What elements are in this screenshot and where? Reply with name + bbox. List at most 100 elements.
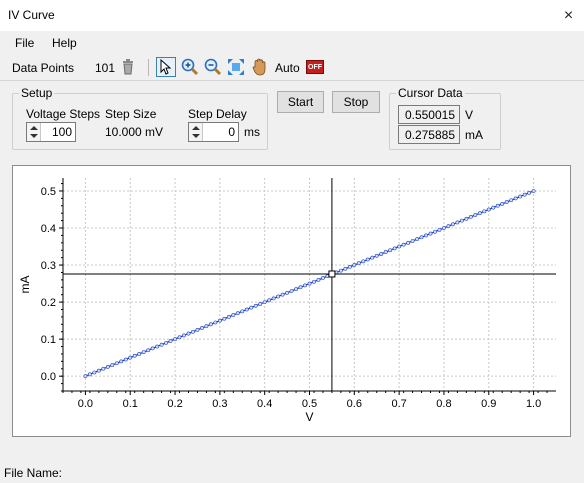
data-point [191, 329, 195, 334]
data-point [356, 261, 361, 266]
data-point [213, 320, 218, 325]
step-delay-unit: ms [244, 125, 260, 139]
y-tick-label: 0.1 [41, 334, 56, 346]
x-tick-label: 1.0 [526, 398, 541, 410]
data-point [303, 283, 307, 288]
data-point [222, 316, 227, 321]
data-point [276, 294, 281, 299]
data-point [173, 337, 177, 342]
data-point [361, 259, 366, 264]
data-point [338, 268, 343, 273]
data-point [146, 348, 151, 353]
data-point [159, 342, 164, 347]
data-point [307, 281, 312, 286]
x-tick-label: 0.9 [481, 398, 496, 410]
data-point [419, 235, 424, 240]
data-point [522, 192, 527, 197]
trash-icon[interactable] [118, 57, 138, 77]
setup-legend: Setup [19, 86, 55, 100]
data-point [101, 366, 106, 371]
data-point [383, 250, 388, 254]
data-point [428, 231, 433, 236]
data-point [464, 216, 469, 221]
data-point [406, 240, 411, 245]
stop-button[interactable]: Stop [332, 91, 380, 113]
menu-file[interactable]: File [15, 36, 34, 50]
data-point [231, 313, 236, 317]
step-delay-label: Step Delay [188, 107, 247, 121]
data-point [410, 239, 415, 243]
data-point [186, 331, 191, 336]
data-point [83, 374, 88, 379]
title-bar: IV Curve × [0, 0, 584, 31]
menu-help[interactable]: Help [52, 36, 77, 50]
cursor-marker[interactable] [328, 270, 336, 278]
data-point [433, 229, 437, 234]
data-point [446, 224, 451, 229]
close-icon[interactable]: × [553, 0, 584, 31]
data-point [477, 211, 482, 216]
data-point [415, 237, 419, 242]
data-point [110, 363, 115, 367]
data-point [195, 327, 200, 332]
menu-bar: File Help [0, 33, 584, 53]
auto-toggle[interactable]: OFF [306, 60, 324, 74]
step-delay-stepper[interactable]: 0 [188, 122, 239, 142]
data-point [527, 190, 532, 195]
chart-panel[interactable]: 0.0 0.1 0.2 0.3 0.4 0.5 0.6 0.7 0.8 0.9 1.0 0.0 0.1 0… [12, 165, 571, 437]
data-point [486, 207, 491, 212]
data-point [500, 202, 505, 206]
toolbar-divider [0, 80, 584, 81]
data-point [204, 324, 209, 329]
zoom-in-icon[interactable] [180, 57, 200, 77]
data-point [87, 372, 92, 377]
data-point [491, 205, 496, 210]
data-point [105, 365, 110, 369]
data-point [451, 222, 455, 227]
data-point [240, 309, 245, 314]
data-point [128, 355, 133, 360]
data-point [473, 213, 478, 217]
data-point [141, 350, 146, 355]
data-point [96, 368, 101, 373]
auto-label: Auto [275, 61, 300, 75]
data-point [267, 298, 272, 303]
iv-curve-chart[interactable]: 0.0 0.1 0.2 0.3 0.4 0.5 0.6 0.7 0.8 0.9 1.0 0.0 0.1 0… [13, 166, 570, 436]
status-bar: File Name: [0, 462, 584, 483]
start-button[interactable]: Start [277, 91, 324, 113]
data-point [298, 285, 303, 290]
stepper-arrows[interactable] [189, 123, 203, 141]
cursor-voltage-unit: V [465, 108, 474, 122]
y-tick-label: 0.5 [41, 186, 56, 198]
voltage-steps-stepper[interactable]: 100 [26, 122, 76, 142]
x-tick-label: 0.1 [123, 398, 138, 410]
fit-icon[interactable] [226, 57, 246, 77]
setup-group: Setup Voltage Steps 100 Step Size 10.000… [12, 86, 268, 150]
toolbar-separator [148, 59, 149, 76]
data-point [249, 305, 254, 310]
data-point [504, 200, 509, 204]
data-point [379, 252, 384, 256]
data-point [285, 290, 289, 295]
cursor-data-group: Cursor Data 0.550015 V 0.275885 mA [389, 86, 501, 150]
pointer-icon[interactable] [156, 57, 176, 77]
data-point [271, 296, 276, 301]
x-tick-label: 0.0 [78, 398, 93, 410]
data-point [343, 266, 348, 271]
data-point [442, 226, 446, 230]
zoom-out-icon[interactable] [203, 57, 223, 77]
stepper-arrows[interactable] [27, 123, 41, 141]
y-tick-label: 0.4 [41, 223, 56, 235]
data-point [388, 248, 393, 253]
pan-hand-icon[interactable] [250, 57, 270, 77]
step-delay-value[interactable]: 0 [228, 125, 235, 139]
x-tick-label: 0.6 [347, 398, 362, 410]
data-point [294, 287, 298, 292]
x-tick-label: 0.7 [391, 398, 406, 410]
y-tick-label: 0.0 [41, 371, 56, 383]
data-point [132, 353, 137, 358]
voltage-steps-value[interactable]: 100 [52, 125, 72, 139]
file-name-label: File Name: [4, 466, 63, 480]
data-point [253, 303, 258, 308]
y-tick-label: 0.3 [41, 260, 56, 272]
